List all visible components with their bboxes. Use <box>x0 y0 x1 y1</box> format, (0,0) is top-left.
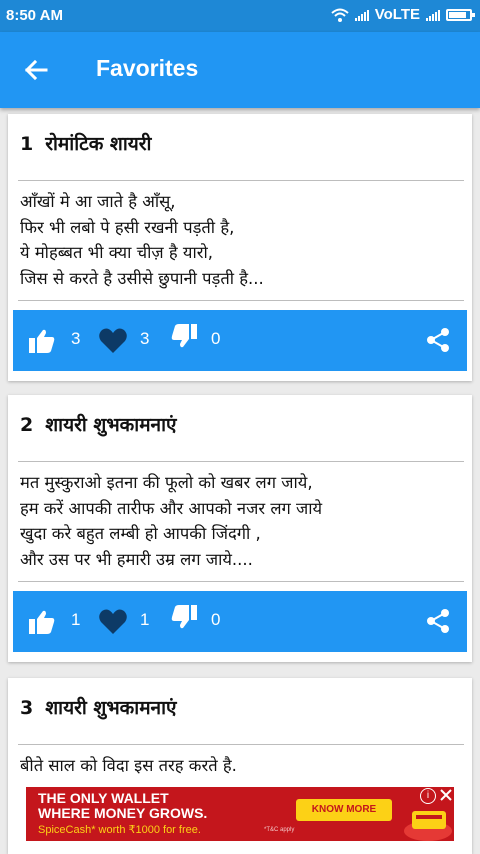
card-number: 1 <box>20 133 34 155</box>
thumbs-down-icon[interactable] <box>171 324 197 349</box>
dislike-count: 0 <box>211 329 221 348</box>
card-title: शायरी शुभकामनाएं <box>45 697 177 719</box>
like-count: 3 <box>71 329 81 348</box>
divider <box>18 744 464 745</box>
card-number: 2 <box>20 414 34 436</box>
ad-terms: *T&C apply <box>264 827 295 833</box>
battery-icon <box>446 8 475 21</box>
ad-offer-text: SpiceCash* worth ₹1000 for free. <box>38 824 201 836</box>
heart-icon[interactable] <box>99 609 127 634</box>
dislike-count: 0 <box>211 610 221 629</box>
card-heading: 1 रोमांटिक शायरी <box>20 130 151 156</box>
love-count: 3 <box>140 329 150 348</box>
love-count: 1 <box>140 610 150 629</box>
shayari-line: जिस से करते है उसीसे छुपानी पड़ती है... <box>20 268 264 288</box>
like-count: 1 <box>71 610 81 629</box>
share-icon[interactable] <box>426 327 450 353</box>
shayari-line: आँखों मे आ जाते है आँसू, <box>20 192 176 211</box>
shayari-card: 1 रोमांटिक शायरी आँखों मे आ जाते है आँसू,… <box>8 114 472 381</box>
network-type: VoLTE <box>374 6 420 23</box>
thumbs-down-icon[interactable] <box>171 605 197 630</box>
card-heading: 3 शायरी शुभकामनाएं <box>20 694 177 720</box>
shayari-line: मत मुस्कुराओ इतना की फूलो को खबर लग जाये… <box>20 473 313 492</box>
page-title: Favorites <box>96 55 199 81</box>
heart-icon[interactable] <box>99 328 127 353</box>
card-actions-bar: 1 1 0 <box>13 591 467 652</box>
card-title: शायरी शुभकामनाएं <box>45 414 177 436</box>
thumbs-up-icon[interactable] <box>29 328 55 353</box>
divider <box>18 180 464 181</box>
shayari-line: फिर भी लबो पे हसी रखनी पड़ती है, <box>20 217 235 237</box>
divider <box>18 461 464 462</box>
wallet-graphic-icon <box>404 811 452 841</box>
close-icon[interactable] <box>438 787 454 803</box>
divider <box>18 581 464 582</box>
know-more-button[interactable]: KNOW MORE <box>296 799 392 821</box>
shayari-text: मत मुस्कुराओ इतना की फूलो को खबर लग जाये… <box>20 470 462 572</box>
shayari-line: ये मोहब्बत भी क्या चीज़ है यारो, <box>20 243 213 262</box>
thumbs-up-icon[interactable] <box>29 609 55 634</box>
shayari-line: खुदा करे बहुत लम्बी हो आपकी जिंदगी , <box>20 524 261 543</box>
status-time: 8:50 AM <box>6 7 63 24</box>
share-icon[interactable] <box>426 608 450 634</box>
shayari-text: बीते साल को विदा इस तरह करते है. <box>20 753 462 779</box>
shayari-line: और उस पर भी हमारी उम्र लग जाये.... <box>20 549 253 569</box>
arrow-left-icon[interactable] <box>20 54 54 86</box>
card-heading: 2 शायरी शुभकामनाएं <box>20 411 177 437</box>
shayari-line: बीते साल को विदा इस तरह करते है. <box>20 756 237 775</box>
ad-banner[interactable]: THE ONLY WALLET WHERE MONEY GROWS. Spice… <box>26 787 454 841</box>
ad-headline: WHERE MONEY GROWS. <box>38 805 208 821</box>
app-bar: Favorites <box>0 32 480 108</box>
divider <box>18 300 464 301</box>
ad-headline: THE ONLY WALLET <box>38 790 169 806</box>
shayari-line: हम करें आपकी तारीफ और आपको नजर लग जाये <box>20 498 323 518</box>
card-number: 3 <box>20 697 34 719</box>
card-actions-bar: 3 3 0 <box>13 310 467 371</box>
signal-icon <box>354 8 369 21</box>
ad-info-icon[interactable]: i <box>420 788 436 804</box>
shayari-text: आँखों मे आ जाते है आँसू, फिर भी लबो पे ह… <box>20 189 462 291</box>
card-title: रोमांटिक शायरी <box>45 133 152 155</box>
shayari-card: 2 शायरी शुभकामनाएं मत मुस्कुराओ इतना की फ… <box>8 395 472 662</box>
status-icons: VoLTE <box>331 6 475 23</box>
signal-icon <box>426 8 440 21</box>
wifi-icon <box>331 8 349 22</box>
status-bar: 8:50 AM VoLTE <box>0 0 480 32</box>
